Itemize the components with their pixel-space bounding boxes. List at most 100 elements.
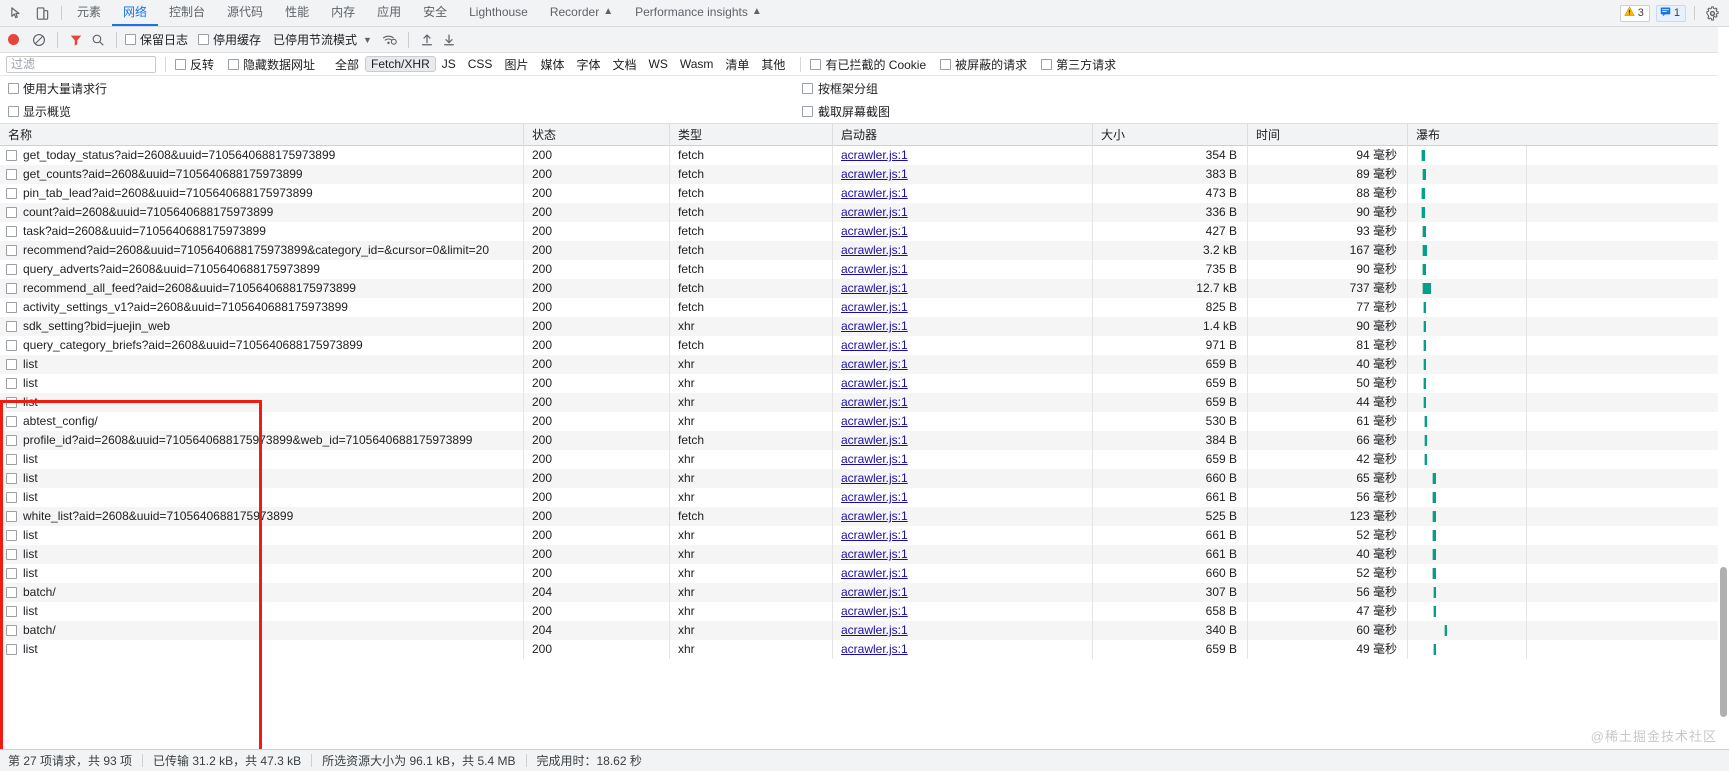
row-checkbox[interactable] [6,454,17,465]
initiator-link[interactable]: acrawler.js:1 [841,528,908,542]
table-row[interactable]: query_category_briefs?aid=2608&uuid=7105… [0,336,1729,355]
row-checkbox[interactable] [6,606,17,617]
row-checkbox[interactable] [6,492,17,503]
row-checkbox[interactable] [6,473,17,484]
table-row[interactable]: abtest_config/200 xhr acrawler.js:1 530 B 61… [0,412,1729,431]
filter-type-css[interactable]: CSS [462,56,499,72]
column-header-initiator[interactable]: 启动器 [833,124,1093,146]
cell-name[interactable]: list [0,564,524,583]
initiator-link[interactable]: acrawler.js:1 [841,319,908,333]
column-header-type[interactable]: 类型 [670,124,833,146]
table-row[interactable]: query_adverts?aid=2608&uuid=710564068817… [0,260,1729,279]
table-row[interactable]: list 200 xhr acrawler.js:1 659 B 40 毫秒 [0,355,1729,374]
initiator-link[interactable]: acrawler.js:1 [841,376,908,390]
table-row[interactable]: list 200 xhr acrawler.js:1 660 B 65 毫秒 [0,469,1729,488]
initiator-link[interactable]: acrawler.js:1 [841,186,908,200]
filter-type-wasm[interactable]: Wasm [674,56,720,72]
chevron-down-icon[interactable]: ▼ [363,35,372,45]
tab-performance[interactable]: 性能 [274,0,320,26]
filter-input[interactable] [6,55,156,73]
tab-console[interactable]: 控制台 [158,0,216,26]
column-header-size[interactable]: 大小 [1093,124,1248,146]
table-row[interactable]: get_today_status?aid=2608&uuid=710564068… [0,146,1729,165]
filter-type-media[interactable]: 媒体 [534,55,570,74]
hide-data-urls-checkbox[interactable]: 隐藏数据网址 [228,56,315,73]
cell-name[interactable]: white_list?aid=2608&uuid=710564068817597… [0,507,524,526]
initiator-link[interactable]: acrawler.js:1 [841,414,908,428]
scrollbar-thumb[interactable] [1720,567,1727,717]
preserve-log-checkbox[interactable]: 保留日志 [125,31,188,48]
filter-type-js[interactable]: JS [436,56,462,72]
filter-type-other[interactable]: 其他 [755,55,791,74]
table-row[interactable]: sdk_setting?bid=juejin_web 200 xhr acrawler… [0,317,1729,336]
table-row[interactable]: list 200 xhr acrawler.js:1 660 B 52 毫秒 [0,564,1729,583]
message-count-badge[interactable]: 1 [1655,4,1686,22]
initiator-link[interactable]: acrawler.js:1 [841,357,908,371]
cell-name[interactable]: query_category_briefs?aid=2608&uuid=7105… [0,336,524,355]
initiator-link[interactable]: acrawler.js:1 [841,281,908,295]
cell-name[interactable]: list [0,488,524,507]
column-header-name[interactable]: 名称 [0,124,524,146]
cell-name[interactable]: pin_tab_lead?aid=2608&uuid=7105640688175… [0,184,524,203]
cell-name[interactable]: profile_id?aid=2608&uuid=710564068817597… [0,431,524,450]
table-row[interactable]: recommend?aid=2608&uuid=7105640688175973… [0,241,1729,260]
table-row[interactable]: list 200 xhr acrawler.js:1 661 B 40 毫秒 [0,545,1729,564]
column-header-status[interactable]: 状态 [524,124,670,146]
tab-application[interactable]: 应用 [366,0,412,26]
table-row[interactable]: list 200 xhr acrawler.js:1 661 B 56 毫秒 [0,488,1729,507]
initiator-link[interactable]: acrawler.js:1 [841,452,908,466]
cell-name[interactable]: get_counts?aid=2608&uuid=710564068817597… [0,165,524,184]
initiator-link[interactable]: acrawler.js:1 [841,490,908,504]
cell-name[interactable]: get_today_status?aid=2608&uuid=710564068… [0,146,524,165]
table-row[interactable]: list 200 xhr acrawler.js:1 659 B 42 毫秒 [0,450,1729,469]
row-checkbox[interactable] [6,359,17,370]
table-row[interactable]: list 200 xhr acrawler.js:1 659 B 49 毫秒 [0,640,1729,659]
third-party-checkbox[interactable]: 第三方请求 [1041,56,1116,73]
initiator-link[interactable]: acrawler.js:1 [841,338,908,352]
initiator-link[interactable]: acrawler.js:1 [841,148,908,162]
cell-name[interactable]: abtest_config/ [0,412,524,431]
table-row[interactable]: list 200 xhr acrawler.js:1 661 B 52 毫秒 [0,526,1729,545]
search-icon[interactable] [88,30,108,50]
initiator-link[interactable]: acrawler.js:1 [841,642,908,656]
network-conditions-icon[interactable] [380,30,400,50]
tab-lighthouse[interactable]: Lighthouse [458,0,539,26]
row-checkbox[interactable] [6,397,17,408]
cell-name[interactable]: list [0,450,524,469]
cell-name[interactable]: task?aid=2608&uuid=7105640688175973899 [0,222,524,241]
cell-name[interactable]: list [0,602,524,621]
cell-name[interactable]: query_adverts?aid=2608&uuid=710564068817… [0,260,524,279]
initiator-link[interactable]: acrawler.js:1 [841,604,908,618]
row-checkbox[interactable] [6,644,17,655]
table-row[interactable]: batch/204 xhr acrawler.js:1 307 B 56 毫秒 [0,583,1729,602]
tab-network[interactable]: 网络 [112,0,159,26]
row-checkbox[interactable] [6,188,17,199]
initiator-link[interactable]: acrawler.js:1 [841,167,908,181]
row-checkbox[interactable] [6,226,17,237]
initiator-link[interactable]: acrawler.js:1 [841,300,908,314]
filter-type-img[interactable]: 图片 [498,55,534,74]
clear-icon[interactable] [29,30,49,50]
invert-checkbox[interactable]: 反转 [175,56,214,73]
inspect-element-icon[interactable] [8,5,25,22]
blocked-requests-checkbox[interactable]: 被屏蔽的请求 [940,56,1027,73]
table-row[interactable]: list 200 xhr acrawler.js:1 659 B 50 毫秒 [0,374,1729,393]
row-checkbox[interactable] [6,264,17,275]
row-checkbox[interactable] [6,245,17,256]
row-checkbox[interactable] [6,321,17,332]
tab-security[interactable]: 安全 [412,0,458,26]
column-header-waterfall[interactable]: 瀑布 [1408,124,1729,146]
table-row[interactable]: list 200 xhr acrawler.js:1 659 B 44 毫秒 [0,393,1729,412]
table-row[interactable]: list 200 xhr acrawler.js:1 658 B 47 毫秒 [0,602,1729,621]
row-checkbox[interactable] [6,150,17,161]
filter-type-ws[interactable]: WS [643,56,674,72]
cell-name[interactable]: count?aid=2608&uuid=7105640688175973899 [0,203,524,222]
initiator-link[interactable]: acrawler.js:1 [841,547,908,561]
row-checkbox[interactable] [6,568,17,579]
tab-performance-insights[interactable]: Performance insights ▲ [624,0,773,26]
filter-type-font[interactable]: 字体 [570,55,606,74]
initiator-link[interactable]: acrawler.js:1 [841,205,908,219]
initiator-link[interactable]: acrawler.js:1 [841,395,908,409]
row-checkbox[interactable] [6,416,17,427]
row-checkbox[interactable] [6,340,17,351]
